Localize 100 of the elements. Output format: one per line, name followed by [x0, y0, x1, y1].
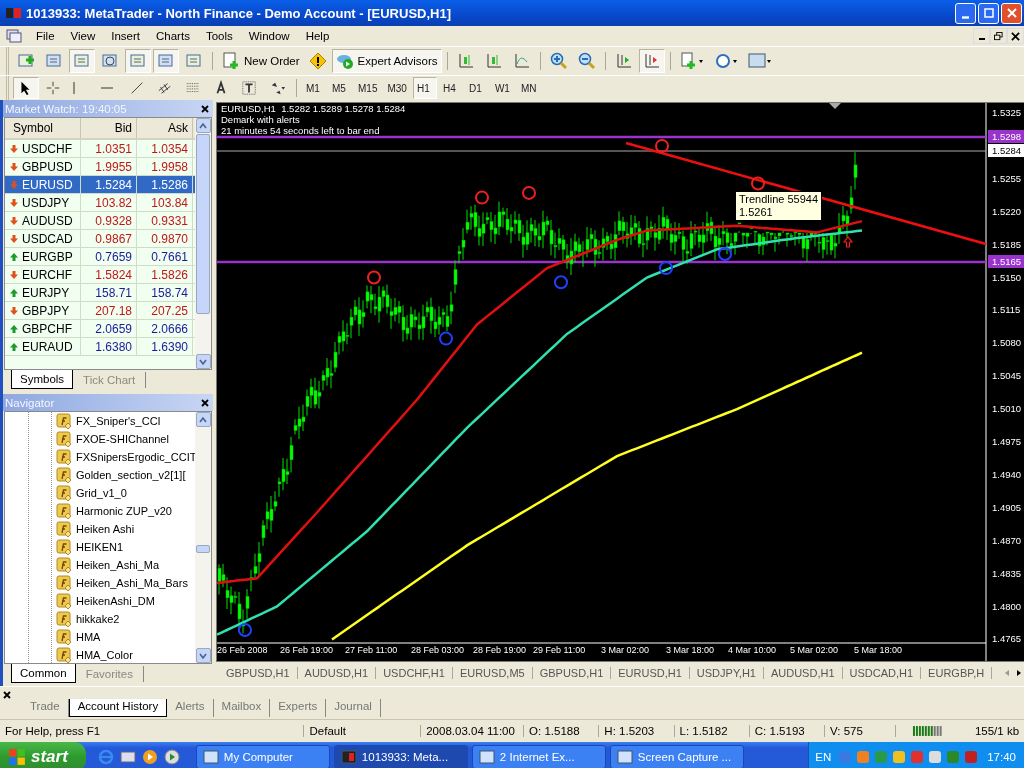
symbol-row[interactable]: EURCHF 1.5824 1.5826 [5, 266, 195, 284]
chart-tab[interactable]: GBPUSD,H1 [532, 667, 612, 679]
symbol-text: EURCHF [22, 267, 72, 282]
symbol-row[interactable]: USDCHF 1.0351 1.0354 [5, 140, 195, 158]
chart-tab[interactable]: EURGBP,H [921, 667, 993, 679]
terminal-tab[interactable]: Trade [22, 699, 69, 717]
bid-price: 1.5824 [81, 266, 137, 283]
menu-item[interactable]: File [28, 30, 63, 42]
timeframe-button[interactable]: M30 [383, 77, 411, 99]
indicator-item[interactable]: hikkake2 [28, 610, 195, 628]
bid-price: 2.0659 [81, 320, 137, 337]
symbol-row[interactable]: EURUSD 1.5284 1.5286 [5, 176, 195, 194]
level-price-label: 1.5165 [988, 255, 1024, 268]
indicator-item[interactable]: HMA_Color [28, 646, 195, 663]
symbol-text: USDCAD [22, 231, 73, 246]
chart-tab[interactable]: USDCAD,H1 [842, 667, 922, 679]
terminal-tab[interactable]: Mailbox [213, 699, 271, 717]
column-header[interactable]: Ask [137, 118, 193, 138]
taskbar-button[interactable]: 2 Internet Ex... [471, 745, 606, 768]
column-header[interactable]: Bid [81, 118, 137, 138]
status-field: 155/1 kb [969, 725, 1024, 737]
price-axis-label: 1.5010 [992, 402, 1022, 417]
panel-tab[interactable]: Symbols [11, 370, 74, 389]
chart-tab[interactable]: USDJPY,H1 [689, 667, 764, 679]
symbol-row[interactable]: USDCAD 0.9867 0.9870 [5, 230, 195, 248]
terminal-tab[interactable]: Alerts [167, 699, 214, 717]
timeframe-button[interactable]: W1 [490, 77, 515, 99]
chart-tab[interactable]: EURUSD,M5 [452, 667, 533, 679]
indicator-item[interactable]: Grid_v1_0 [28, 484, 195, 502]
symbol-row[interactable]: GBPCHF 2.0659 2.0666 [5, 320, 195, 338]
terminal-tab[interactable]: Journal [326, 699, 381, 717]
time-axis-label: 29 Feb 11:00 [533, 645, 586, 655]
chart-tab[interactable]: AUDUSD,H1 [763, 667, 843, 679]
new-order-button[interactable]: New Order [218, 49, 304, 73]
status-field: O: 1.5188 [524, 725, 600, 737]
chart-tab[interactable]: EURUSD,H1 [611, 667, 690, 679]
indicator-item[interactable]: Golden_section_v2[1][ [28, 466, 195, 484]
ask-price: 1.5826 [137, 266, 193, 283]
timeframe-button[interactable]: M5 [328, 77, 352, 99]
menu-item[interactable]: Help [297, 30, 338, 42]
symbol-text: USDCHF [22, 141, 72, 156]
status-field: Default [304, 725, 422, 737]
bid-price: 1.6380 [81, 338, 137, 355]
timeframe-button[interactable]: D1 [464, 77, 489, 99]
symbol-text: AUDUSD [22, 213, 73, 228]
price-axis-label: 1.5080 [992, 336, 1022, 351]
indicator-item[interactable]: HMA [28, 628, 195, 646]
bid-price: 1.5284 [81, 176, 137, 193]
symbol-row[interactable]: AUDUSD 0.9328 0.9331 [5, 212, 195, 230]
taskbar-button[interactable]: My Computer [195, 745, 330, 768]
panel-tab[interactable]: Common [11, 664, 76, 683]
status-field: H: 1.5203 [599, 725, 675, 737]
ask-price: 207.25 [137, 302, 193, 319]
price-axis-label: 1.5150 [992, 270, 1022, 285]
tooltip: Trendline 55944 1.5261 [735, 191, 823, 221]
terminal-tab[interactable]: Account History [68, 699, 168, 717]
indicator-item[interactable]: Heiken Ashi [28, 520, 195, 538]
bid-price: 0.9328 [81, 212, 137, 229]
window-title: 1013933: MetaTrader - North Finance - Demo Account - [EURUSD,H1] [26, 5, 452, 21]
indicator-item[interactable]: FXOE-SHIChannel [28, 430, 195, 448]
timeframe-button[interactable]: H1 [412, 77, 437, 99]
indicator-item[interactable]: Harmonic ZUP_v20 [28, 502, 195, 520]
symbol-row[interactable]: USDJPY 103.82 103.84 [5, 194, 195, 212]
column-header[interactable]: Symbol [5, 118, 81, 138]
chart-tab[interactable]: AUDUSD,H1 [297, 667, 377, 679]
timeframe-button[interactable]: MN [516, 77, 541, 99]
bid-price: 1.9955 [81, 158, 137, 175]
expert-advisors-button[interactable]: Expert Advisors [331, 49, 442, 73]
start-button[interactable]: start [0, 742, 86, 768]
menu-item[interactable]: Window [240, 30, 298, 42]
price-axis-label: 1.5325 [992, 106, 1022, 120]
menu-item[interactable]: View [62, 30, 104, 42]
taskbar-button[interactable]: Screen Capture ... [609, 745, 744, 768]
timeframe-button[interactable]: M1 [302, 77, 326, 99]
menu-item[interactable]: Insert [103, 30, 148, 42]
terminal-tab[interactable]: Experts [270, 699, 327, 717]
chart-tab[interactable]: GBPUSD,H1 [216, 667, 298, 679]
symbol-row[interactable]: EURJPY 158.71 158.74 [5, 284, 195, 302]
bid-price: 0.7659 [81, 248, 137, 265]
symbol-row[interactable]: GBPJPY 207.18 207.25 [5, 302, 195, 320]
timeframe-button[interactable]: H4 [438, 77, 463, 99]
ask-price: 1.6390 [137, 338, 193, 355]
indicator-item[interactable]: FX_Sniper's_CCI [28, 412, 195, 430]
price-axis-label: 1.4905 [992, 500, 1022, 515]
time-axis-label: 4 Mar 10:00 [728, 645, 777, 655]
indicator-item[interactable]: HeikenAshi_DM [28, 592, 195, 610]
indicator-item[interactable]: Heiken_Ashi_Ma_Bars [28, 574, 195, 592]
indicator-item[interactable]: Heiken_Ashi_Ma [28, 556, 195, 574]
taskbar-button[interactable]: 1013933: Meta... [333, 745, 468, 768]
symbol-row[interactable]: EURAUD 1.6380 1.6390 [5, 338, 195, 356]
chart-tab[interactable]: USDCHF,H1 [376, 667, 453, 679]
menu-item[interactable]: Tools [197, 30, 241, 42]
symbol-text: GBPCHF [22, 321, 72, 336]
menu-item[interactable]: Charts [148, 30, 198, 42]
chart-info-text: 21 minutes 54 seconds left to bar end [221, 125, 381, 136]
timeframe-button[interactable]: M15 [354, 77, 382, 99]
ask-price: 0.9331 [137, 212, 193, 229]
time-axis-label: 3 Mar 18:00 [666, 645, 715, 655]
symbol-row[interactable]: EURGBP 0.7659 0.7661 [5, 248, 195, 266]
indicator-item[interactable]: HEIKEN1 [28, 538, 195, 556]
